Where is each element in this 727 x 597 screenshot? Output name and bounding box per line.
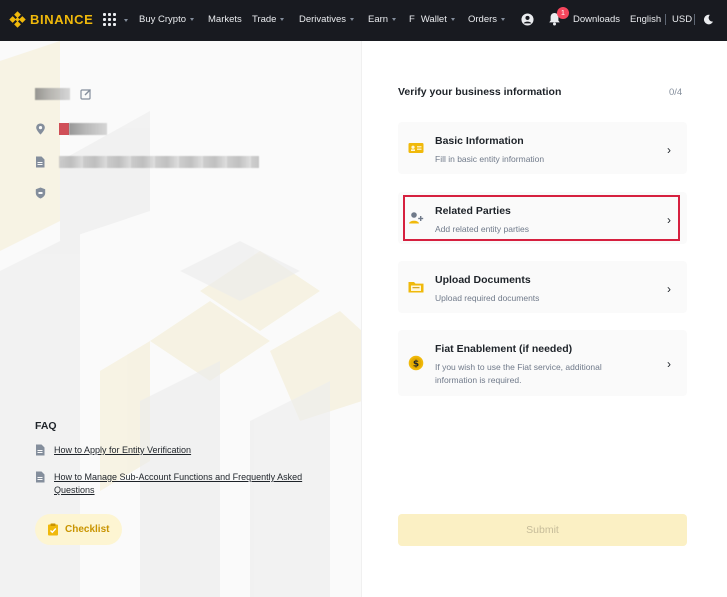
entity-verification-row — [35, 187, 46, 199]
highlight-box-related-parties — [403, 195, 680, 241]
divider — [665, 14, 666, 25]
nav-buy-crypto[interactable]: Buy Crypto — [139, 14, 194, 26]
notification-count-badge: 1 — [557, 7, 569, 19]
nav-label: Derivatives — [299, 14, 346, 25]
nav-markets[interactable]: Markets — [208, 14, 242, 26]
faq-heading: FAQ — [35, 420, 57, 432]
entity-location-row — [35, 123, 107, 135]
checklist-label: Checklist — [65, 524, 110, 535]
faq-link-sub-account[interactable]: How to Manage Sub-Account Functions and … — [35, 471, 316, 497]
wallet-prefix: F — [409, 14, 415, 25]
nav-derivatives[interactable]: Derivatives — [299, 14, 354, 26]
card-title: Fiat Enablement (if needed) — [435, 343, 573, 355]
card-description: If you wish to use the Fiat service, add… — [435, 362, 602, 385]
faq-link-label[interactable]: How to Manage Sub-Account Functions and … — [54, 471, 316, 497]
nav-trade[interactable]: Trade — [252, 14, 285, 26]
divider — [694, 14, 695, 25]
checklist-button[interactable]: Checklist — [35, 514, 122, 545]
verification-progress: 0/4 — [669, 87, 683, 98]
nav-label: Wallet — [420, 14, 447, 25]
faq-link-label[interactable]: How to Apply for Entity Verification — [54, 444, 316, 457]
nav-label: Markets — [208, 14, 242, 25]
clipboard-check-icon — [48, 523, 58, 536]
document-icon — [36, 444, 45, 456]
nav-downloads[interactable]: Downloads — [573, 14, 620, 26]
top-navigation-bar: BINANCE Buy Crypto Markets Trade Derivat… — [0, 0, 727, 41]
document-icon — [36, 156, 45, 168]
chevron-down-icon — [501, 17, 506, 21]
dark-mode-moon-icon[interactable] — [703, 14, 714, 25]
faq-link-entity-verification[interactable]: How to Apply for Entity Verification — [35, 444, 316, 457]
redacted-country — [69, 123, 107, 135]
chevron-down-icon — [190, 17, 194, 21]
nav-label: Orders — [468, 14, 498, 25]
currency-selector[interactable]: USD — [672, 14, 692, 26]
card-title: Upload Documents — [435, 274, 531, 286]
chevron-right-icon: › — [667, 143, 671, 157]
entity-summary-panel: FAQ How to Apply for Entity Verification… — [0, 41, 362, 597]
card-description: Fill in basic entity information — [435, 154, 545, 164]
shield-icon — [35, 187, 46, 199]
card-description: Upload required documents — [435, 293, 540, 303]
edit-icon[interactable] — [80, 88, 92, 100]
chevron-right-icon: › — [667, 282, 671, 296]
chevron-down-icon — [450, 17, 455, 21]
language-selector[interactable]: English — [630, 14, 661, 26]
location-pin-icon — [36, 123, 45, 135]
chevron-down-icon — [280, 17, 285, 21]
redacted-entity-name — [35, 88, 70, 100]
apps-grid-icon[interactable] — [103, 13, 116, 26]
brand-name: BINANCE — [30, 12, 94, 27]
nav-label: Buy Crypto — [139, 14, 186, 25]
entity-registration-row — [35, 156, 259, 168]
coin-icon: $ — [408, 355, 424, 371]
entity-name-row — [35, 88, 92, 100]
chevron-right-icon: › — [667, 357, 671, 371]
redacted-registration-number — [59, 156, 259, 168]
id-card-icon — [408, 143, 424, 153]
card-upload-documents[interactable]: Upload Documents Upload required documen… — [398, 261, 687, 313]
chevron-down-icon — [392, 17, 397, 21]
nav-wallet[interactable]: F Wallet — [409, 14, 455, 26]
nav-earn[interactable]: Earn — [368, 14, 397, 26]
document-icon — [36, 471, 45, 483]
card-fiat-enablement[interactable]: $ Fiat Enablement (if needed) If you wis… — [398, 330, 687, 396]
user-profile-icon[interactable] — [521, 13, 534, 26]
nav-label: Earn — [368, 14, 389, 25]
nav-orders[interactable]: Orders — [468, 14, 506, 26]
submit-button[interactable]: Submit — [398, 514, 687, 546]
folder-icon — [408, 282, 424, 293]
card-title: Basic Information — [435, 135, 524, 147]
card-basic-information[interactable]: Basic Information Fill in basic entity i… — [398, 122, 687, 174]
nav-label: Trade — [252, 14, 277, 25]
redacted-country-flag — [59, 123, 69, 135]
chevron-down-icon — [124, 19, 128, 22]
svg-text:$: $ — [413, 359, 419, 369]
verification-heading: Verify your business information — [398, 86, 562, 98]
binance-logo[interactable]: BINANCE — [9, 11, 93, 28]
chevron-down-icon — [350, 17, 354, 21]
binance-logo-icon — [9, 11, 26, 28]
